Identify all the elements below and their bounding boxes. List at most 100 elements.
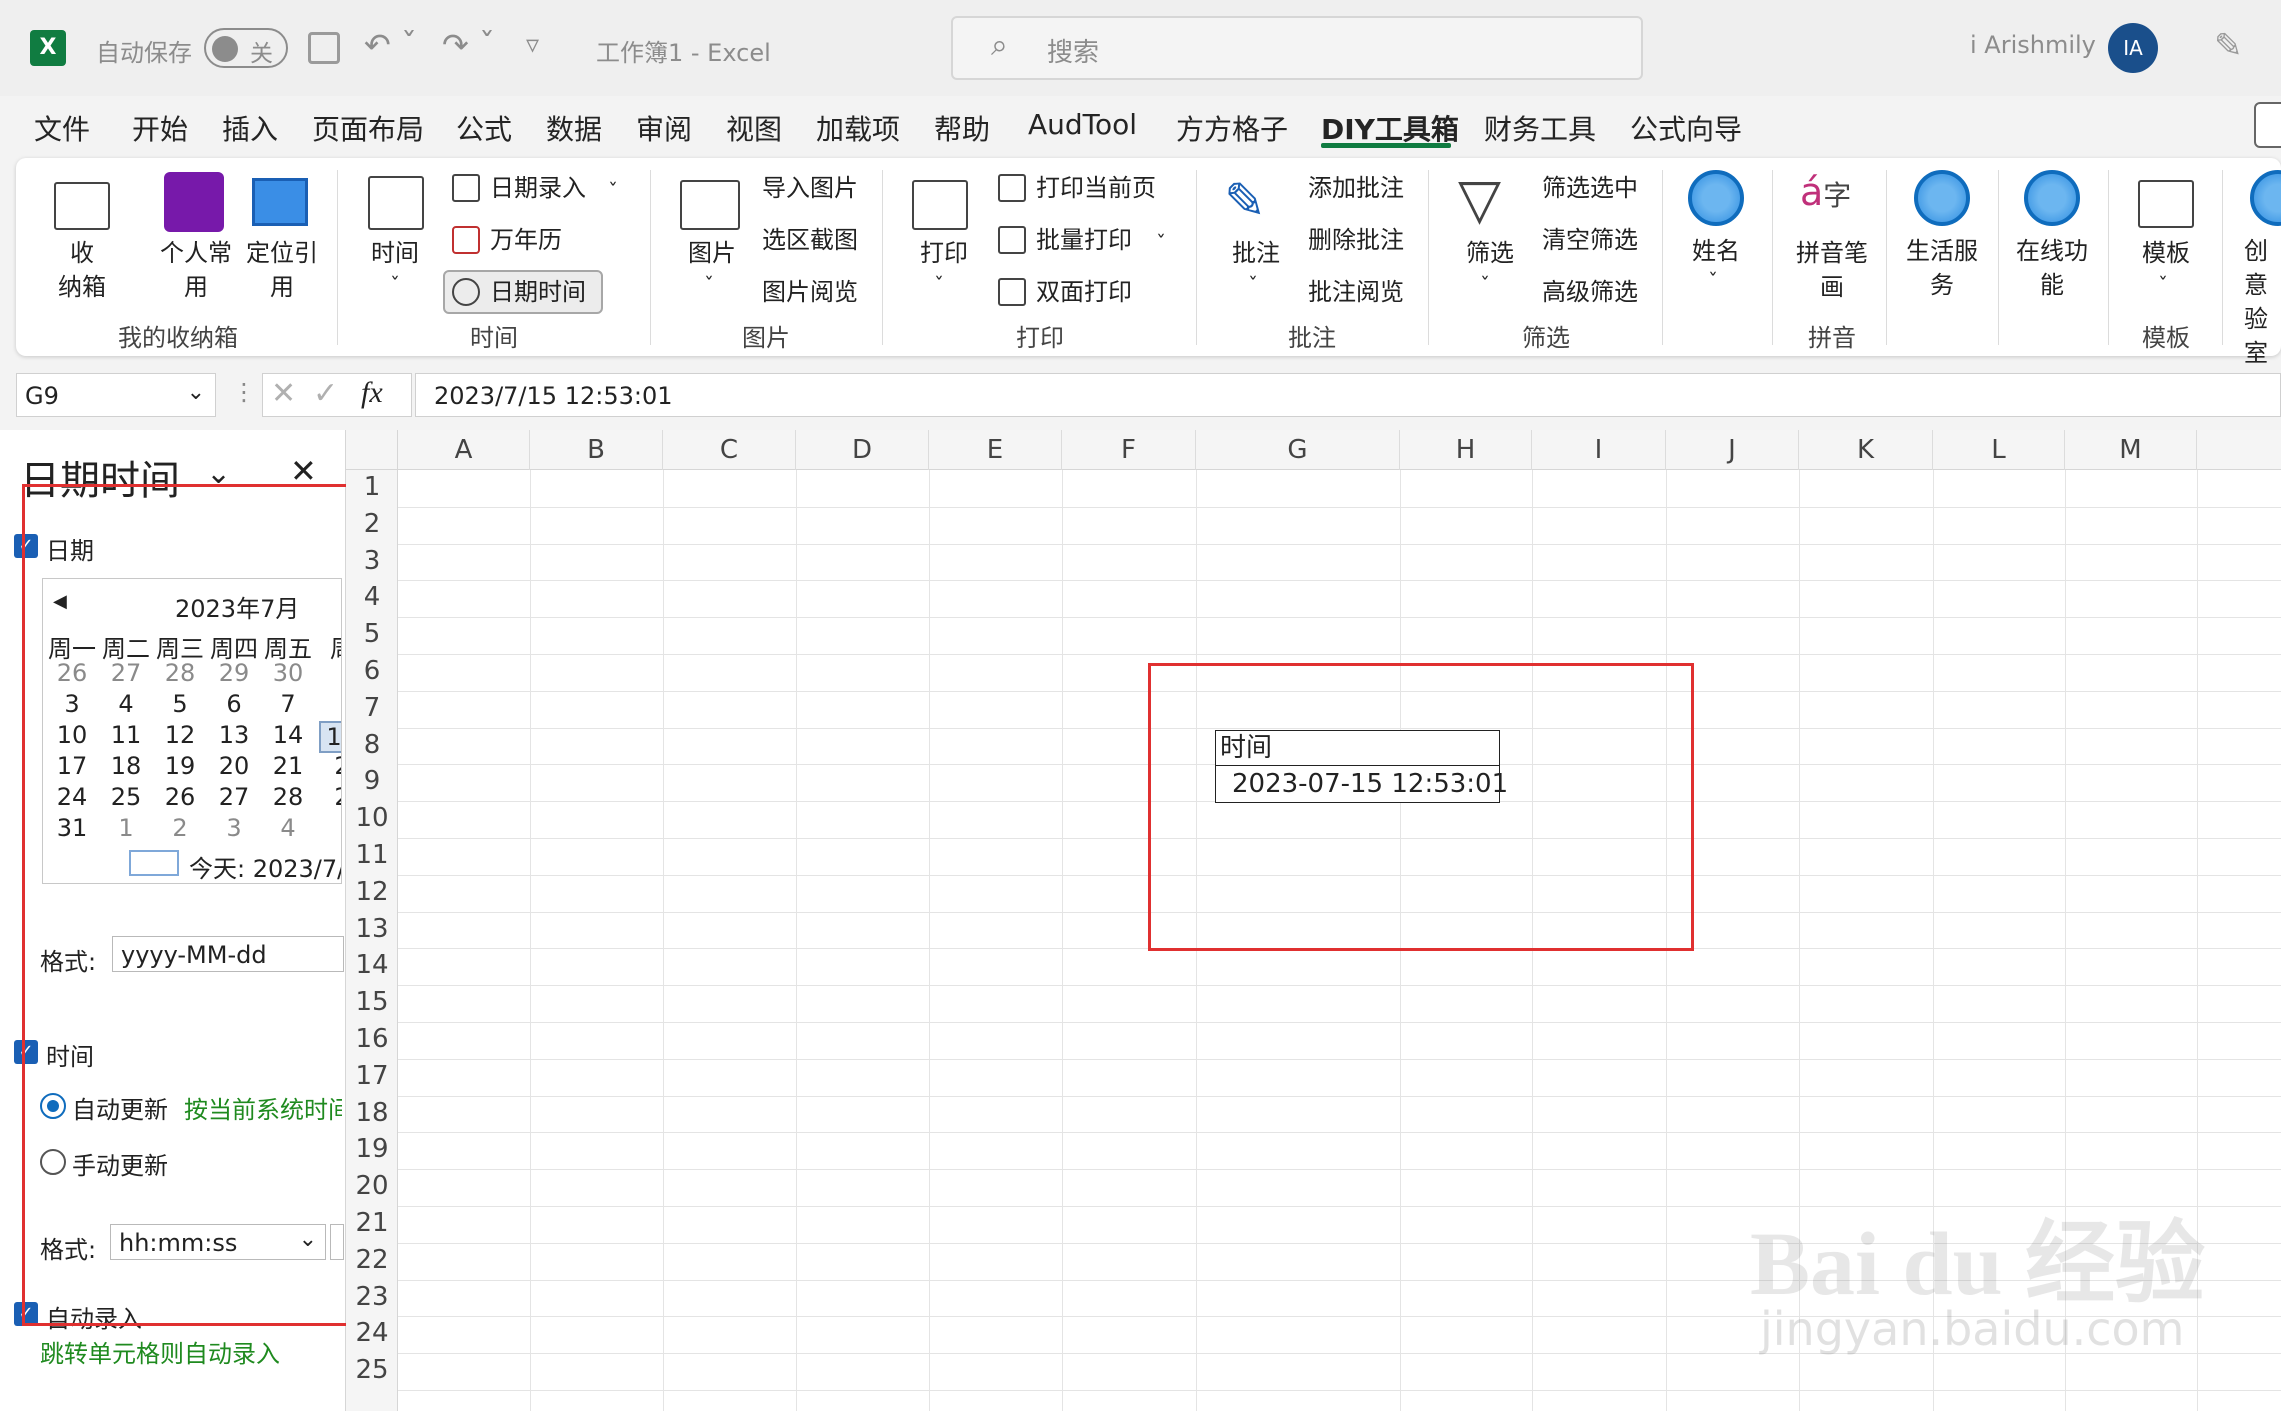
select-all-corner[interactable]: [346, 430, 398, 470]
autosave-toggle[interactable]: 关: [204, 28, 288, 68]
column-header-b[interactable]: B: [530, 430, 663, 470]
column-header-m[interactable]: M: [2065, 430, 2197, 470]
comment-dropdown-icon[interactable]: ˇ: [1248, 268, 1258, 302]
tab-view[interactable]: 视图: [726, 108, 782, 148]
tab-data[interactable]: 数据: [546, 108, 602, 148]
tab-help[interactable]: 帮助: [934, 108, 990, 148]
print-button[interactable]: 打印: [920, 236, 968, 270]
row-header-24[interactable]: 24: [346, 1318, 398, 1348]
customize-qat-icon[interactable]: ▿: [526, 30, 539, 60]
column-header-d[interactable]: D: [796, 430, 929, 470]
row-header-25[interactable]: 25: [346, 1355, 398, 1385]
import-picture-button[interactable]: 导入图片: [762, 171, 858, 205]
column-header-j[interactable]: J: [1666, 430, 1799, 470]
row-header-14[interactable]: 14: [346, 950, 398, 980]
storage-box-button[interactable]: 收 纳箱: [58, 236, 106, 304]
tab-insert[interactable]: 插入: [222, 108, 278, 148]
row-header-6[interactable]: 6: [346, 656, 398, 686]
more-options-icon[interactable]: ⋮: [232, 378, 256, 406]
time-button[interactable]: 时间: [371, 236, 419, 270]
chevron-down-icon[interactable]: ⌄: [187, 380, 205, 405]
search-box[interactable]: ⌕ 搜索: [951, 16, 1643, 80]
range-screenshot-button[interactable]: 选区截图: [762, 223, 858, 257]
save-icon[interactable]: [308, 32, 340, 64]
pinyin-strokes-button[interactable]: 拼音笔 画: [1792, 236, 1872, 304]
add-comment-button[interactable]: 添加批注: [1308, 171, 1404, 205]
online-functions-button[interactable]: 在线功 能: [2012, 234, 2092, 302]
perpetual-calendar-button[interactable]: 万年历: [490, 223, 562, 257]
column-header-f[interactable]: F: [1062, 430, 1196, 470]
row-header-5[interactable]: 5: [346, 619, 398, 649]
redo-icon[interactable]: ↷ ˇ: [442, 26, 495, 64]
row-header-22[interactable]: 22: [346, 1245, 398, 1275]
column-header-c[interactable]: C: [663, 430, 796, 470]
tab-home[interactable]: 开始: [132, 108, 188, 148]
row-header-16[interactable]: 16: [346, 1024, 398, 1054]
filter-button[interactable]: 筛选: [1466, 236, 1514, 270]
row-header-1[interactable]: 1: [346, 472, 398, 502]
filter-dropdown-icon[interactable]: ˇ: [1480, 268, 1490, 302]
tab-file[interactable]: 文件: [34, 108, 90, 148]
row-header-7[interactable]: 7: [346, 693, 398, 723]
tab-audtool[interactable]: AudTool: [1028, 108, 1137, 141]
tab-fangfang[interactable]: 方方格子: [1176, 108, 1288, 148]
name-button[interactable]: 姓名: [1692, 234, 1740, 268]
personal-favorites-button[interactable]: 个人常 用: [156, 236, 236, 304]
batch-print-dropdown-icon[interactable]: ˇ: [1156, 226, 1166, 260]
row-header-13[interactable]: 13: [346, 914, 398, 944]
column-header-l[interactable]: L: [1933, 430, 2065, 470]
enter-icon[interactable]: ✓: [313, 376, 338, 411]
duplex-print-button[interactable]: 双面打印: [1036, 275, 1132, 309]
row-header-23[interactable]: 23: [346, 1282, 398, 1312]
datetime-button[interactable]: 日期时间: [490, 275, 586, 309]
filter-selected-button[interactable]: 筛选选中: [1542, 171, 1638, 205]
print-dropdown-icon[interactable]: ˇ: [934, 268, 944, 302]
row-header-17[interactable]: 17: [346, 1061, 398, 1091]
row-header-11[interactable]: 11: [346, 840, 398, 870]
comments-icon[interactable]: [2254, 102, 2281, 148]
life-service-button[interactable]: 生活服 务: [1902, 234, 1982, 302]
row-header-10[interactable]: 10: [346, 803, 398, 833]
picture-button[interactable]: 图片: [688, 236, 736, 270]
row-header-20[interactable]: 20: [346, 1171, 398, 1201]
locate-reference-button[interactable]: 定位引 用: [242, 236, 322, 304]
picture-dropdown-icon[interactable]: ˇ: [704, 268, 714, 302]
avatar[interactable]: IA: [2108, 23, 2158, 73]
undo-icon[interactable]: ↶ ˇ: [364, 26, 417, 64]
clear-filter-button[interactable]: 清空筛选: [1542, 223, 1638, 257]
row-header-4[interactable]: 4: [346, 582, 398, 612]
name-dropdown-icon[interactable]: ˇ: [1708, 264, 1718, 298]
advanced-filter-button[interactable]: 高级筛选: [1542, 275, 1638, 309]
tab-formula-wizard[interactable]: 公式向导: [1630, 108, 1742, 148]
pen-icon[interactable]: ✎: [2214, 26, 2243, 66]
name-box[interactable]: G9 ⌄: [16, 373, 216, 417]
row-header-8[interactable]: 8: [346, 730, 398, 760]
row-header-12[interactable]: 12: [346, 877, 398, 907]
print-current-page-button[interactable]: 打印当前页: [1036, 171, 1156, 205]
batch-print-button[interactable]: 批量打印: [1036, 223, 1132, 257]
row-header-9[interactable]: 9: [346, 766, 398, 796]
column-header-a[interactable]: A: [398, 430, 530, 470]
column-header-h[interactable]: H: [1400, 430, 1532, 470]
time-dropdown-icon[interactable]: ˇ: [390, 268, 400, 302]
creative-lab-button[interactable]: 创意 验室: [2244, 234, 2281, 370]
tab-review[interactable]: 审阅: [636, 108, 692, 148]
row-header-18[interactable]: 18: [346, 1098, 398, 1128]
formula-input[interactable]: 2023/7/15 12:53:01: [415, 373, 2281, 417]
row-header-19[interactable]: 19: [346, 1134, 398, 1164]
comment-button[interactable]: 批注: [1232, 236, 1280, 270]
column-header-k[interactable]: K: [1799, 430, 1933, 470]
column-header-g[interactable]: G: [1196, 430, 1400, 470]
date-entry-button[interactable]: 日期录入: [490, 171, 586, 205]
tab-formulas[interactable]: 公式: [456, 108, 512, 148]
tab-addins[interactable]: 加载项: [816, 108, 900, 148]
row-header-3[interactable]: 3: [346, 546, 398, 576]
row-header-21[interactable]: 21: [346, 1208, 398, 1238]
column-header-e[interactable]: E: [929, 430, 1062, 470]
template-dropdown-icon[interactable]: ˇ: [2158, 268, 2168, 302]
template-button[interactable]: 模板: [2142, 236, 2190, 270]
view-comments-button[interactable]: 批注阅览: [1308, 275, 1404, 309]
delete-comment-button[interactable]: 删除批注: [1308, 223, 1404, 257]
row-header-15[interactable]: 15: [346, 987, 398, 1017]
tab-diy-toolbox[interactable]: DIY工具箱: [1321, 108, 1459, 148]
